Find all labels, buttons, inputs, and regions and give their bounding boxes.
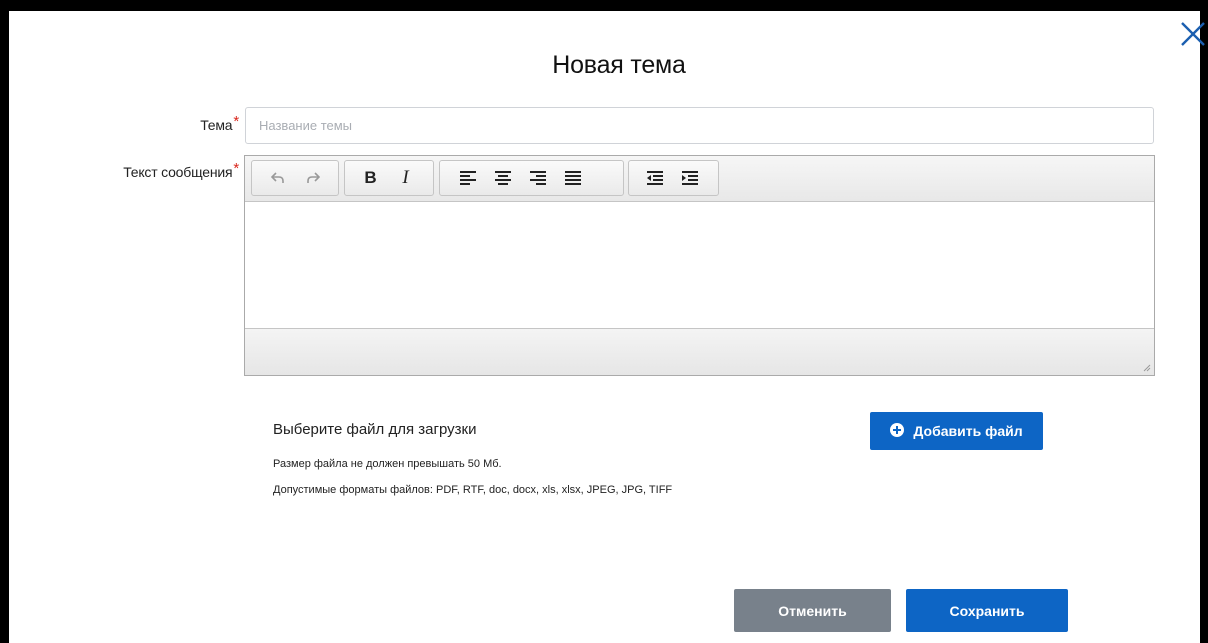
align-center-icon	[494, 171, 511, 185]
message-label-wrap: Текст сообщения*	[69, 160, 239, 181]
topic-label: Тема	[200, 117, 233, 133]
align-justify-icon	[564, 171, 581, 185]
dialog-title: Новая тема	[552, 51, 686, 79]
align-justify-button[interactable]	[555, 161, 590, 195]
add-file-label: Добавить файл	[913, 423, 1023, 439]
outdent-button[interactable]	[637, 161, 672, 195]
bold-button[interactable]: B	[353, 161, 388, 195]
upload-title: Выберите файл для загрузки	[273, 421, 477, 438]
align-left-button[interactable]	[450, 161, 485, 195]
align-right-button[interactable]	[520, 161, 555, 195]
indent-group	[628, 160, 719, 196]
align-center-button[interactable]	[485, 161, 520, 195]
topic-input[interactable]	[245, 107, 1154, 144]
file-size-note: Размер файла не должен превышать 50 Мб.	[273, 458, 502, 470]
history-group	[251, 160, 339, 196]
cancel-button[interactable]: Отменить	[734, 589, 891, 632]
message-text-area[interactable]	[245, 202, 1154, 328]
outdent-icon	[646, 171, 663, 185]
redo-button[interactable]	[295, 161, 330, 195]
italic-button[interactable]: I	[388, 161, 423, 195]
formatting-group: B I	[344, 160, 434, 196]
align-right-icon	[529, 171, 546, 185]
bold-label: B	[364, 168, 377, 187]
indent-button[interactable]	[672, 161, 707, 195]
redo-icon	[306, 172, 320, 183]
message-editor: B I	[244, 155, 1155, 376]
plus-circle-icon	[890, 422, 905, 440]
align-left-icon	[459, 171, 476, 185]
required-mark: *	[233, 160, 239, 177]
undo-button[interactable]	[260, 161, 295, 195]
required-mark: *	[233, 113, 239, 130]
file-formats-note: Допустимые форматы файлов: PDF, RTF, doc…	[273, 484, 673, 496]
topic-label-wrap: Тема*	[129, 113, 239, 134]
indent-icon	[681, 171, 698, 185]
close-icon[interactable]	[1180, 21, 1206, 47]
editor-statusbar	[245, 328, 1154, 375]
add-file-button[interactable]: Добавить файл	[870, 412, 1043, 450]
save-button[interactable]: Сохранить	[906, 589, 1068, 632]
resize-handle-icon[interactable]	[1143, 364, 1151, 372]
undo-icon	[270, 172, 284, 183]
editor-toolbar: B I	[245, 156, 1154, 202]
italic-label: I	[402, 167, 409, 188]
message-label: Текст сообщения	[123, 164, 233, 180]
new-topic-dialog: Новая тема Тема* Текст сообщения*	[9, 11, 1205, 643]
alignment-group	[439, 160, 624, 196]
